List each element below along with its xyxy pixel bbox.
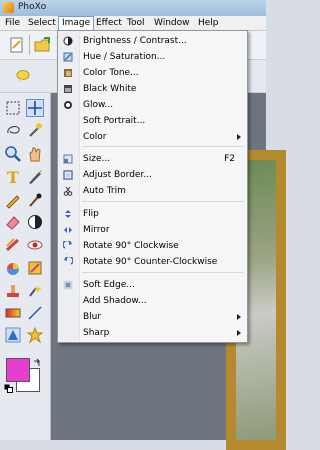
new-file-icon[interactable] [8,36,26,54]
menu-item-black-white[interactable]: Black White [58,81,247,97]
gradient-icon[interactable] [4,304,22,322]
svg-text:T: T [7,168,19,186]
menu-item-label: Hue / Saturation... [83,52,166,62]
auto-trim-icon [63,186,73,196]
fill-bucket-icon[interactable] [4,259,22,277]
hue-saturation-icon [63,52,73,62]
image-menu-dropdown: Brightness / Contrast... Hue / Saturatio… [57,30,248,343]
menu-window[interactable]: Window [151,17,193,29]
glow-icon [64,101,72,109]
pen-tool-icon[interactable] [26,168,44,186]
flip-icon [65,210,71,218]
soft-edge-icon [63,280,73,290]
menu-item-label: Rotate 90° Counter-Clockwise [83,257,218,267]
brush-icon[interactable] [26,191,44,209]
menu-separator [82,272,244,273]
menu-item-rotate-cw[interactable]: Rotate 90° Clockwise [58,238,247,254]
menu-item-hue-saturation[interactable]: Hue / Saturation... [58,49,247,65]
menu-item-sharp[interactable]: Sharp [58,325,247,341]
sparkle-brush-icon[interactable] [26,282,44,300]
menu-bar: File Select Image Effect Tool Window Hel… [0,16,266,31]
menu-item-label: Glow... [83,100,114,110]
eraser-icon[interactable] [4,213,22,231]
menu-item-rotate-ccw[interactable]: Rotate 90° Counter-Clockwise [58,254,247,270]
clone-stamp-icon[interactable] [4,236,22,254]
star-shape-icon[interactable] [26,326,44,344]
menu-item-label: Auto Trim [83,186,126,196]
brightness-contrast-icon [63,36,73,46]
menu-item-blur[interactable]: Blur [58,309,247,325]
menu-item-label: Color Tone... [83,68,139,78]
menu-tool[interactable]: Tool [124,17,147,29]
mirror-icon [64,227,72,233]
rotate-cw-icon [63,241,72,249]
menu-item-label: Soft Portrait... [83,116,146,126]
menu-item-color[interactable]: Color [58,129,247,145]
menu-item-label: Rotate 90° Clockwise [83,241,179,251]
red-eye-icon[interactable] [26,236,44,254]
menu-separator [82,201,244,202]
menu-item-auto-trim[interactable]: Auto Trim [58,183,247,199]
color-tone-icon [64,69,72,77]
swap-colors-icon[interactable] [33,358,42,367]
menu-item-label: Flip [83,209,99,219]
menu-item-adjust-border[interactable]: Adjust Border... [58,167,247,183]
toolbar-separator [29,35,30,55]
menu-item-size[interactable]: Size... F2 [58,151,247,167]
menu-help[interactable]: Help [195,17,222,29]
magic-wand-icon[interactable] [26,121,44,139]
submenu-arrow-icon [237,330,241,336]
menu-item-label: Adjust Border... [83,170,152,180]
menu-effect[interactable]: Effect [93,17,125,29]
menu-item-label: Sharp [83,328,110,338]
menu-item-label: Size... [83,154,111,164]
menu-item-soft-portrait[interactable]: Soft Portrait... [58,113,247,129]
open-folder-icon[interactable] [34,36,52,54]
lasso-icon[interactable] [4,121,22,139]
app-logo-icon [3,2,14,13]
menu-select[interactable]: Select [25,17,59,29]
default-colors-icon[interactable] [4,384,13,393]
menu-item-glow[interactable]: Glow... [58,97,247,113]
stamp-icon[interactable] [4,282,22,300]
submenu-arrow-icon [237,134,241,140]
speech-bubble-icon[interactable] [16,70,30,82]
menu-item-label: Soft Edge... [83,280,135,290]
menu-item-label: Brightness / Contrast... [83,36,187,46]
menu-item-flip[interactable]: Flip [58,206,247,222]
menu-item-color-tone[interactable]: Color Tone... [58,65,247,81]
foreground-color-swatch[interactable] [6,358,30,382]
hand-icon[interactable] [26,145,44,163]
move-icon[interactable] [26,99,44,117]
line-tool-icon[interactable] [26,304,44,322]
text-tool-icon[interactable]: T [4,168,22,186]
menu-item-add-shadow[interactable]: Add Shadow... [58,293,247,309]
pencil-icon[interactable] [4,191,22,209]
zoom-icon[interactable] [4,145,22,163]
menu-file[interactable]: File [2,17,23,29]
menu-image[interactable]: Image [58,16,95,30]
submenu-arrow-icon [237,314,241,320]
menu-item-label: Blur [83,312,102,322]
adjust-border-icon [63,170,73,180]
menu-item-label: Add Shadow... [83,296,147,306]
window-title: PhoXo [18,2,47,12]
shape-tool-icon[interactable] [4,326,22,344]
menu-item-label: Color [83,132,107,142]
size-icon [63,154,73,164]
menu-item-mirror[interactable]: Mirror [58,222,247,238]
rotate-ccw-icon [64,257,73,265]
menu-item-brightness-contrast[interactable]: Brightness / Contrast... [58,33,247,49]
menu-item-shortcut: F2 [224,154,235,164]
menu-item-label: Black White [83,84,137,94]
menu-item-label: Mirror [83,225,110,235]
contrast-circle-icon[interactable] [26,213,44,231]
black-white-icon [64,85,72,93]
rect-select-icon[interactable] [4,99,22,117]
color-replace-icon[interactable] [26,259,44,277]
menu-separator [82,146,244,147]
menu-item-soft-edge[interactable]: Soft Edge... [58,277,247,293]
title-bar: PhoXo [0,0,266,16]
